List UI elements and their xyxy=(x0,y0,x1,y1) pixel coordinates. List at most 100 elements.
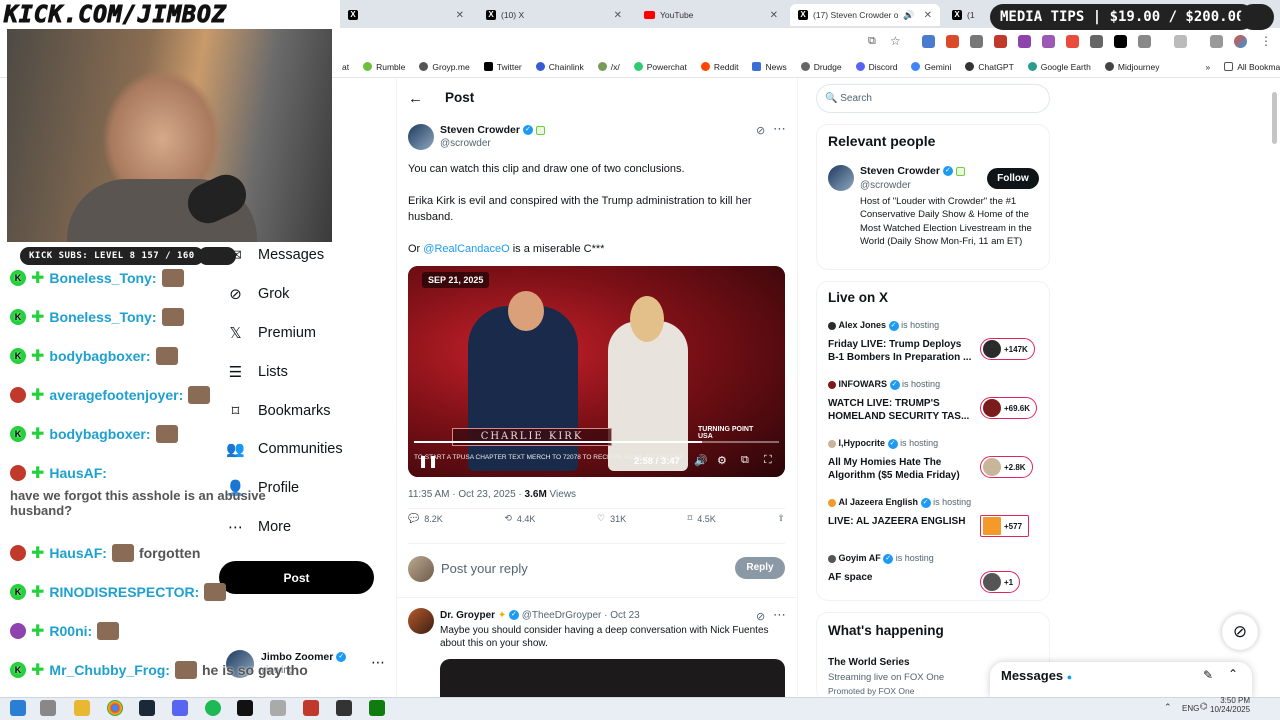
bookmark-item[interactable]: Midjourney xyxy=(1104,62,1159,72)
reply-media[interactable] xyxy=(440,659,785,697)
windows-start-icon[interactable] xyxy=(10,700,26,716)
close-tab-icon[interactable]: ✕ xyxy=(456,10,464,21)
repost-stat[interactable]: ⟲ 4.4K xyxy=(504,513,535,524)
chrome-icon[interactable] xyxy=(107,700,123,716)
extension-icon[interactable] xyxy=(994,35,1007,48)
grok-icon[interactable]: ⊘ xyxy=(756,124,765,137)
bookmark-item[interactable]: Drudge xyxy=(800,62,842,72)
live-listener-pill[interactable]: +69.6K xyxy=(980,397,1038,419)
app-icon[interactable] xyxy=(303,700,319,716)
bookmark-item[interactable]: /x/ xyxy=(597,62,620,72)
speaker-icon[interactable]: 🔊 xyxy=(903,10,914,21)
tray-chevron-icon[interactable]: ⌃ xyxy=(1164,702,1172,713)
browser-tab[interactable]: YouTube ✕ xyxy=(636,4,786,26)
live-listener-pill[interactable]: +577 xyxy=(980,515,1030,537)
pip-icon[interactable]: ⧉ xyxy=(741,454,749,467)
bookmark-item[interactable]: Gemini xyxy=(911,62,951,72)
browser-tab-active[interactable]: X (17) Steven Crowder on X 🔊 ✕ xyxy=(790,4,940,26)
network-icon[interactable]: ⌬ xyxy=(1200,701,1208,712)
nav-premium[interactable]: 𝕏 Premium xyxy=(227,320,316,346)
x-extension-icon[interactable] xyxy=(1114,35,1127,48)
profile-avatar[interactable] xyxy=(1234,35,1247,48)
bookmark-item[interactable]: Groyp.me xyxy=(419,62,470,72)
sidebar-icon[interactable] xyxy=(1174,35,1187,48)
bookmark-item[interactable]: Rumble xyxy=(363,62,405,72)
extension-icon[interactable] xyxy=(922,35,935,48)
nav-bookmarks[interactable]: ⌑ Bookmarks xyxy=(227,398,331,424)
browser-tab[interactable]: X ✕ xyxy=(340,4,472,26)
account-more-icon[interactable]: ⋯ xyxy=(371,654,385,671)
live-listener-pill[interactable]: +2.8K xyxy=(980,456,1033,478)
pause-icon[interactable]: ❚❚ xyxy=(418,454,438,468)
bookmark-item[interactable]: Powerchat xyxy=(633,62,687,72)
browser-tab[interactable]: X (1 xyxy=(944,4,990,26)
close-tab-icon[interactable]: ✕ xyxy=(614,10,622,21)
reply-handle[interactable]: @TheeDrGroyper xyxy=(522,610,602,621)
live-host-line[interactable]: Goyim AF ✓ is hosting xyxy=(828,553,934,564)
live-host-line[interactable]: INFOWARS ✓ is hosting xyxy=(828,379,940,390)
live-listener-pill[interactable]: +147K xyxy=(980,338,1035,360)
language-indicator[interactable]: ENG xyxy=(1182,704,1199,713)
xbox-icon[interactable] xyxy=(369,700,385,716)
author-name[interactable]: Steven Crowder ✓ xyxy=(440,124,545,136)
file-explorer-icon[interactable] xyxy=(74,700,90,716)
fullscreen-icon[interactable]: ⛶ xyxy=(764,454,772,467)
live-host-line[interactable]: I,Hypocrite ✓ is hosting xyxy=(828,438,938,449)
video-scrubber[interactable] xyxy=(414,441,779,443)
bookmark-item[interactable]: News xyxy=(752,62,787,72)
reply-button[interactable]: Reply xyxy=(735,557,785,579)
expand-up-icon[interactable]: ⌃ xyxy=(1228,667,1238,681)
grok-icon[interactable]: ⊘ xyxy=(756,610,765,623)
bookmark-item[interactable]: Google Earth xyxy=(1027,62,1091,72)
live-title[interactable]: LIVE: AL JAZEERA ENGLISH xyxy=(828,515,972,528)
live-title[interactable]: All My Homies Hate The Algorithm ($5 Med… xyxy=(828,456,972,482)
author-avatar[interactable] xyxy=(408,124,434,150)
search-input[interactable]: 🔍 Search xyxy=(816,84,1050,113)
trend-title[interactable]: The World Series xyxy=(828,657,910,668)
follow-button[interactable]: Follow xyxy=(987,168,1039,189)
menu-icon[interactable] xyxy=(1210,35,1223,48)
my-avatar[interactable] xyxy=(408,556,434,582)
settings-gear-icon[interactable]: ⚙ xyxy=(717,454,727,467)
bookmark-item[interactable]: at xyxy=(342,62,349,72)
bookmark-item[interactable]: Chainlink xyxy=(535,62,584,72)
more-options-icon[interactable]: ⋯ xyxy=(773,121,786,137)
spotify-icon[interactable] xyxy=(205,700,221,716)
app-icon[interactable] xyxy=(270,700,286,716)
bookmark-item[interactable]: ChatGPT xyxy=(965,62,1014,72)
terminal-icon[interactable] xyxy=(237,700,253,716)
post-button[interactable]: Post xyxy=(219,561,374,594)
bookmark-item[interactable]: Reddit xyxy=(700,62,738,72)
live-host-line[interactable]: Alex Jones ✓ is hosting xyxy=(828,320,939,331)
reply-stat[interactable]: 💬 8.2K xyxy=(408,513,443,524)
obs-icon[interactable] xyxy=(336,700,352,716)
video-player[interactable]: CHARLIE KIRK TURNING POINT USA TO START … xyxy=(408,266,785,477)
live-title[interactable]: Friday LIVE: Trump Deploys B-1 Bombers I… xyxy=(828,338,972,364)
discord-icon[interactable] xyxy=(172,700,188,716)
nav-grok[interactable]: ⊘ Grok xyxy=(227,281,289,307)
reply-author-avatar[interactable] xyxy=(408,608,434,634)
compose-message-icon[interactable]: ✎ xyxy=(1203,668,1213,682)
reply-date[interactable]: Oct 23 xyxy=(610,610,639,621)
browser-tab[interactable]: X (10) X ✕ xyxy=(478,4,630,26)
scrollbar-thumb[interactable] xyxy=(1272,92,1277,144)
clock[interactable]: 3:50 PM 10/24/2025 xyxy=(1210,696,1250,714)
person-name[interactable]: Steven Crowder ✓ xyxy=(860,165,965,177)
person-handle[interactable]: @scrowder xyxy=(860,180,911,191)
reply-input[interactable]: Post your reply xyxy=(441,561,528,576)
kebab-menu-icon[interactable]: ⋮ xyxy=(1260,34,1272,48)
bookmarks-overflow-icon[interactable]: » xyxy=(1205,62,1210,72)
star-icon[interactable]: ☆ xyxy=(890,34,901,48)
mention-link[interactable]: @RealCandaceO xyxy=(423,243,509,255)
nav-messages[interactable]: ✉Messages xyxy=(227,242,324,268)
person-avatar[interactable] xyxy=(828,165,854,191)
reply-author-name[interactable]: Dr. Groyper xyxy=(440,610,495,621)
live-host-line[interactable]: Al Jazeera English ✓ is hosting xyxy=(828,497,971,508)
extension-icon[interactable] xyxy=(1018,35,1031,48)
author-handle[interactable]: @scrowder xyxy=(440,138,491,149)
all-bookmarks[interactable]: All Bookmarks xyxy=(1224,62,1280,72)
close-tab-icon[interactable]: ✕ xyxy=(770,10,778,21)
extension-icon[interactable] xyxy=(970,35,983,48)
extension-icon[interactable] xyxy=(1090,35,1103,48)
live-title[interactable]: AF space xyxy=(828,571,972,584)
